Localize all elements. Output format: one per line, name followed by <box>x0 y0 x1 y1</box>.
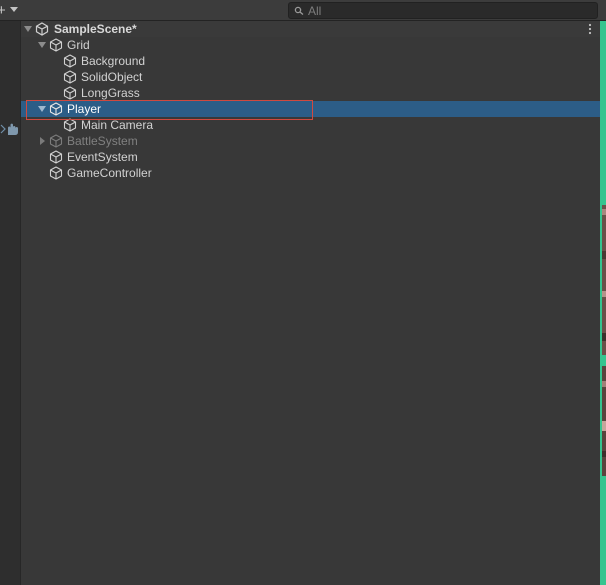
hierarchy-item-background[interactable]: Background <box>21 53 600 69</box>
item-label: LongGrass <box>81 86 140 100</box>
foldout-expanded-icon[interactable] <box>36 37 48 53</box>
item-label: Background <box>81 54 146 68</box>
search-field[interactable] <box>288 2 598 19</box>
gameobject-cube-icon <box>63 54 77 68</box>
gameobject-cube-icon <box>49 38 63 52</box>
chevron-down-icon <box>10 7 18 12</box>
hierarchy-tree: SampleScene* Grid Background SolidObject <box>21 21 600 585</box>
add-object-dropdown-button[interactable]: + <box>0 2 24 19</box>
hierarchy-item-gamecontroller[interactable]: GameController <box>21 165 600 181</box>
scene-name: SampleScene* <box>54 22 137 36</box>
plus-icon: + <box>0 2 6 19</box>
gameobject-cube-icon <box>49 102 63 116</box>
gameobject-cube-icon <box>49 166 63 180</box>
search-icon <box>294 6 304 15</box>
hierarchy-item-eventsystem[interactable]: EventSystem <box>21 149 600 165</box>
scene-row[interactable]: SampleScene* <box>21 21 600 37</box>
hierarchy-item-main-camera[interactable]: Main Camera <box>21 117 600 133</box>
gameobject-cube-icon <box>63 86 77 100</box>
item-label: SolidObject <box>81 70 143 84</box>
item-label: Main Camera <box>81 118 154 132</box>
hierarchy-item-longgrass[interactable]: LongGrass <box>21 85 600 101</box>
item-label: Player <box>67 102 102 116</box>
item-label: BattleSystem <box>67 134 138 148</box>
search-input[interactable] <box>308 3 588 18</box>
more-options-icon[interactable] <box>588 23 592 35</box>
gameobject-cube-icon <box>49 134 63 148</box>
hand-cursor-icon <box>0 123 18 135</box>
scene-view-edge <box>600 21 606 585</box>
hierarchy-toolbar: + <box>0 0 606 21</box>
hierarchy-item-grid[interactable]: Grid <box>21 37 600 53</box>
hierarchy-item-player[interactable]: Player <box>21 101 600 117</box>
unity-logo-icon <box>35 22 49 36</box>
gameobject-cube-icon <box>49 150 63 164</box>
hierarchy-item-solidobject[interactable]: SolidObject <box>21 69 600 85</box>
gameobject-cube-icon <box>63 70 77 84</box>
item-label: Grid <box>67 38 90 52</box>
foldout-collapsed-icon[interactable] <box>36 133 48 149</box>
hierarchy-item-battlesystem[interactable]: BattleSystem <box>21 133 600 149</box>
gameobject-cube-icon <box>63 118 77 132</box>
item-label: GameController <box>67 166 152 180</box>
hierarchy-left-gutter <box>0 21 21 585</box>
foldout-expanded-icon[interactable] <box>36 101 48 117</box>
foldout-expanded-icon[interactable] <box>22 21 34 37</box>
item-label: EventSystem <box>67 150 138 164</box>
